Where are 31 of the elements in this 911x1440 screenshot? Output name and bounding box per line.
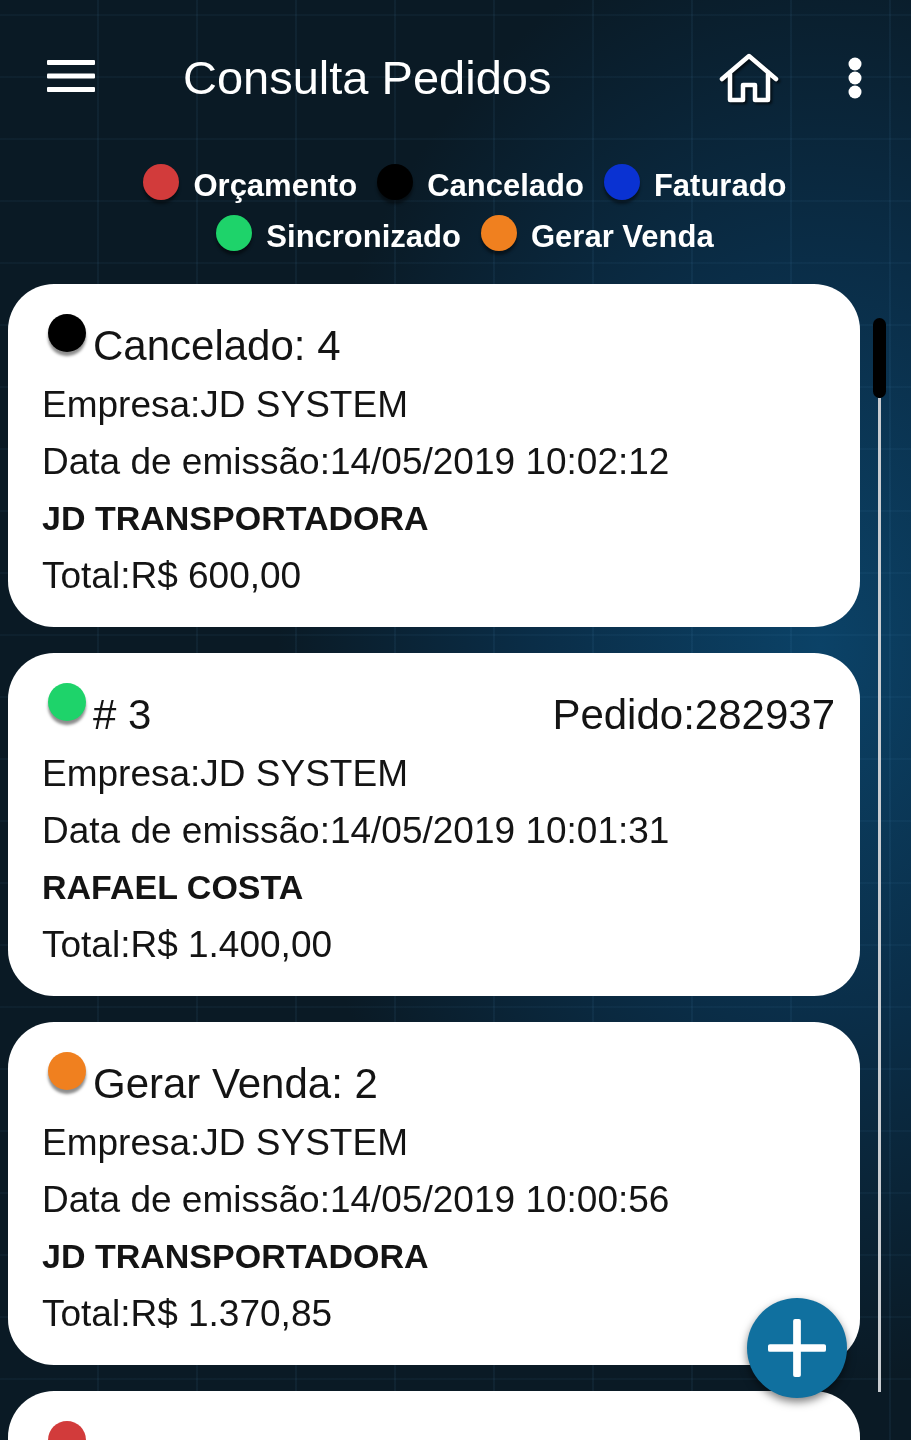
customer-name: JD TRANSPORTADORA: [42, 1236, 430, 1277]
legend-label: Orçamento: [193, 167, 358, 204]
issue-date: Data de emissão:14/05/2019 10:02:12: [42, 440, 671, 484]
scrollbar-thumb[interactable]: [872, 318, 886, 398]
scrollbar[interactable]: [872, 318, 886, 1392]
company-label: Empresa:JD SYSTEM: [42, 1121, 409, 1165]
legend-label: Cancelado: [427, 167, 584, 204]
status-heading: Cancelado: 4: [93, 321, 341, 371]
menu-icon[interactable]: [47, 60, 95, 92]
issue-date: Data de emissão:14/05/2019 10:00:56: [42, 1178, 671, 1222]
order-card[interactable]: # 3 Pedido:282937 Empresa:JD SYSTEM Data de emissão:14/05/2019 10:01:31 RAFAEL COSTA Total:R$ 1.400,00: [8, 653, 860, 996]
legend-label: Gerar Venda: [531, 218, 714, 255]
order-total: Total:R$ 600,00: [42, 554, 303, 598]
order-total: Total:R$ 1.370,85: [42, 1292, 334, 1336]
order-total: Total:R$ 1.400,00: [42, 923, 334, 967]
order-number: Pedido:282937: [552, 690, 835, 740]
order-card[interactable]: Gerar Venda: 2 Empresa:JD SYSTEM Data de emissão:14/05/2019 10:00:56 JD TRANSPORTADORA Total:R$ 1.370,85: [8, 1022, 860, 1365]
screen-title: Consulta Pedidos: [183, 50, 552, 106]
more-options-icon[interactable]: [848, 57, 862, 99]
company-label: Empresa:JD SYSTEM: [42, 383, 409, 427]
order-card[interactable]: Cancelado: 4 Empresa:JD SYSTEM Data de emissão:14/05/2019 10:02:12 JD TRANSPORTADORA Total:R$ 600,00: [8, 284, 860, 627]
issue-date: Data de emissão:14/05/2019 10:01:31: [42, 809, 671, 853]
status-heading: # 3: [93, 690, 152, 740]
home-icon[interactable]: [718, 53, 780, 103]
company-label: Empresa:JD SYSTEM: [42, 752, 409, 796]
customer-name: JD TRANSPORTADORA: [42, 498, 430, 539]
plus-icon: [768, 1319, 826, 1377]
status-heading: Gerar Venda: 2: [93, 1059, 378, 1109]
customer-name: RAFAEL COSTA: [42, 867, 305, 908]
legend-label: Sincronizado: [266, 218, 461, 255]
legend-label: Faturado: [653, 167, 787, 204]
